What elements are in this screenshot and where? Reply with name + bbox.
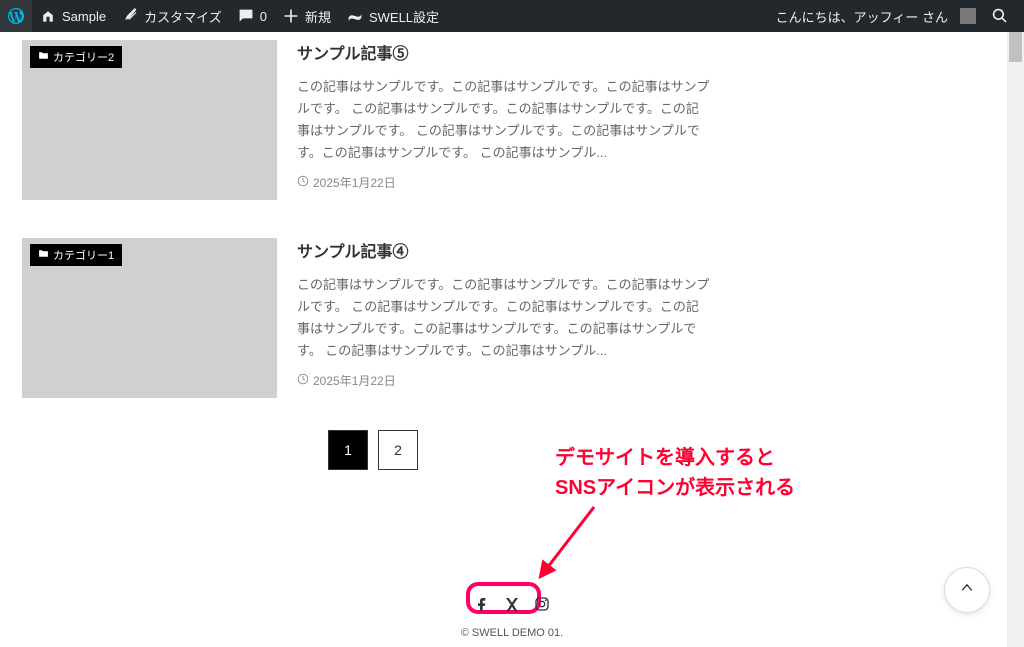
post-date-text: 2025年1月22日 [313,372,396,389]
customize-label: カスタマイズ [144,7,222,26]
wp-logo-menu[interactable] [0,0,32,32]
swell-settings-label: SWELL設定 [369,7,439,26]
search-icon [992,8,1008,24]
scrollbar-thumb[interactable] [1009,32,1022,62]
comments-link[interactable]: 0 [230,0,275,32]
facebook-icon[interactable] [474,596,490,617]
avatar [960,8,976,24]
brush-icon [122,8,138,24]
page-number-link[interactable]: 2 [378,430,418,470]
post-thumbnail: カテゴリー1 [22,238,277,398]
post-item[interactable]: カテゴリー1 サンプル記事④ この記事はサンプルです。この記事はサンプルです。こ… [22,238,1002,398]
category-badge: カテゴリー1 [30,244,122,266]
copyright-text: © SWELL DEMO 01. [0,627,1024,639]
annotation-line: デモサイトを導入すると [555,443,795,473]
home-icon [40,8,56,24]
instagram-icon[interactable] [534,596,550,617]
site-name-label: Sample [62,9,106,24]
new-content-link[interactable]: 新規 [275,0,339,32]
customize-link[interactable]: カスタマイズ [114,0,230,32]
plus-icon [283,8,299,24]
swell-icon [347,8,363,24]
post-item[interactable]: カテゴリー2 サンプル記事⑤ この記事はサンプルです。この記事はサンプルです。こ… [22,40,1002,200]
x-twitter-icon[interactable] [504,596,520,617]
post-thumbnail: カテゴリー2 [22,40,277,200]
page-number-current[interactable]: 1 [328,430,368,470]
category-label: カテゴリー1 [53,247,114,263]
comments-count: 0 [260,9,267,24]
back-to-top-button[interactable] [944,567,990,613]
category-label: カテゴリー2 [53,49,114,65]
new-label: 新規 [305,7,331,26]
category-badge: カテゴリー2 [30,46,122,68]
comment-icon [238,8,254,24]
clock-icon [297,373,309,388]
search-toggle[interactable] [984,0,1016,32]
annotation-text: デモサイトを導入すると SNSアイコンが表示される [555,443,795,503]
folder-icon [38,248,49,262]
user-greeting-link[interactable]: こんにちは、アッフィー さん [768,0,984,32]
post-date: 2025年1月22日 [297,372,711,389]
sns-icon-list [0,590,1024,623]
chevron-up-icon [959,580,975,601]
post-title: サンプル記事⑤ [297,40,711,64]
post-date: 2025年1月22日 [297,174,711,191]
swell-settings-link[interactable]: SWELL設定 [339,0,447,32]
folder-icon [38,50,49,64]
annotation-line: SNSアイコンが表示される [555,473,795,503]
wordpress-icon [8,8,24,24]
annotation-arrow-icon [534,502,604,582]
site-name-link[interactable]: Sample [32,0,114,32]
post-title: サンプル記事④ [297,238,711,262]
clock-icon [297,175,309,190]
wp-admin-bar: Sample カスタマイズ 0 新規 SWELL設定 [0,0,1024,32]
greeting-text: こんにちは、アッフィー さん [776,7,948,26]
scrollbar-track[interactable] [1007,32,1024,647]
post-excerpt: この記事はサンプルです。この記事はサンプルです。この記事はサンプルです。 この記… [297,76,711,164]
post-excerpt: この記事はサンプルです。この記事はサンプルです。この記事はサンプルです。 この記… [297,274,711,362]
post-date-text: 2025年1月22日 [313,174,396,191]
